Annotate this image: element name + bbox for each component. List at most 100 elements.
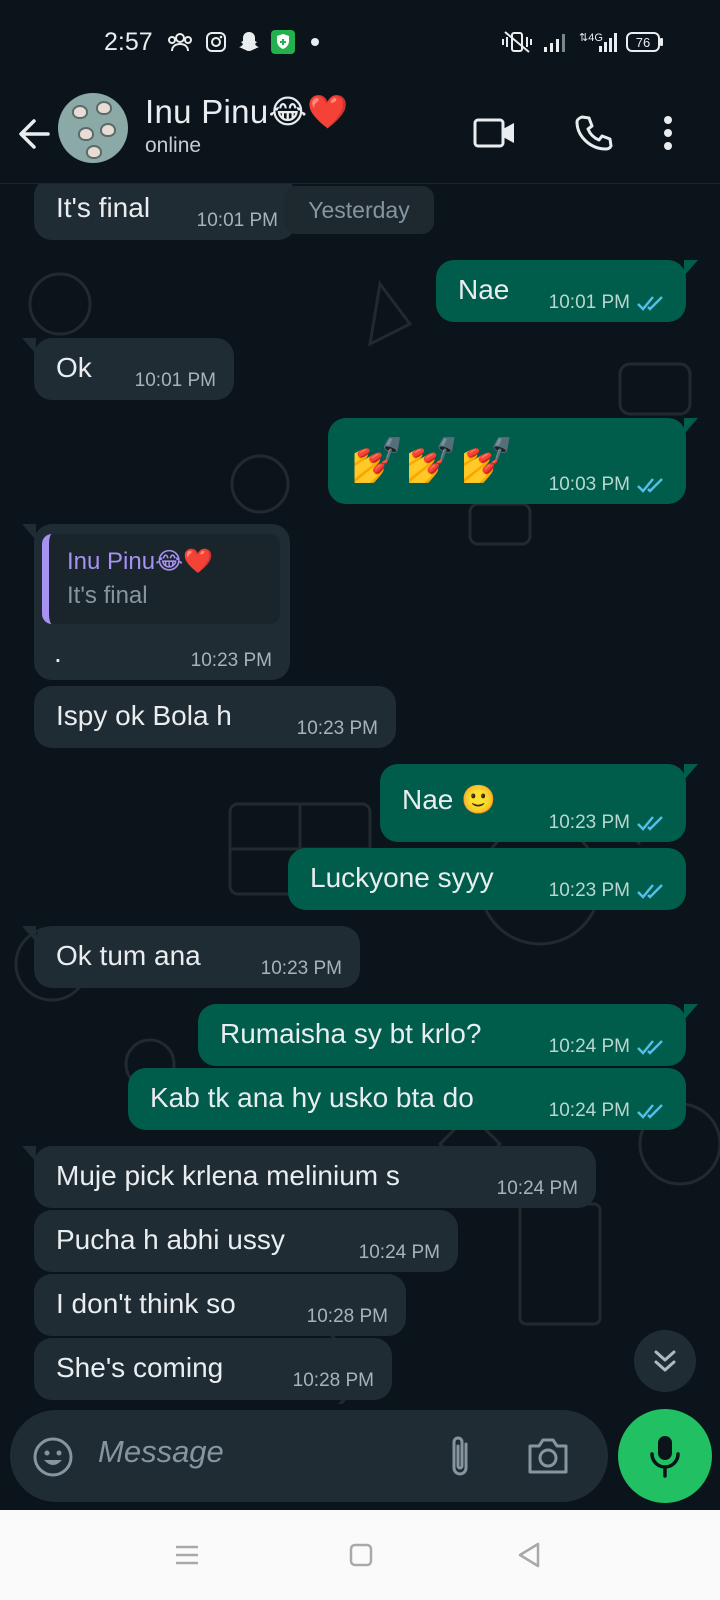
message-in[interactable]: Pucha h abhi ussy 10:24 PM bbox=[34, 1210, 458, 1272]
vpn-shield-icon bbox=[270, 30, 296, 54]
message-time: 10:24 PM bbox=[548, 1036, 630, 1057]
read-ticks-icon bbox=[637, 1104, 663, 1119]
quoted-sender: Inu Pinu😂❤️ bbox=[67, 548, 213, 575]
status-time: 2:57 bbox=[104, 28, 153, 56]
home-icon bbox=[349, 1543, 373, 1567]
read-ticks-icon bbox=[637, 816, 663, 831]
camera-button[interactable] bbox=[526, 1436, 570, 1476]
message-in[interactable]: It's final 10:01 PM bbox=[34, 184, 296, 240]
contact-name[interactable]: Inu Pinu😂❤️ bbox=[145, 92, 349, 132]
message-text: Nae 🙂 bbox=[402, 784, 497, 815]
double-chevron-down-icon bbox=[654, 1350, 676, 1372]
message-meta: 10:01 PM bbox=[135, 370, 216, 392]
avatar[interactable] bbox=[58, 93, 128, 163]
screen: 2:57 ⇅4G 76 Inu Pinu😂❤️ online It's fina… bbox=[0, 0, 720, 1600]
attach-button[interactable] bbox=[446, 1434, 476, 1480]
contact-status: online bbox=[145, 134, 202, 157]
message-meta: 10:28 PM bbox=[293, 1370, 374, 1392]
read-ticks-icon bbox=[637, 296, 663, 311]
message-meta: 10:23 PM bbox=[261, 958, 342, 980]
message-text: Nae bbox=[458, 274, 510, 305]
message-in[interactable]: Ok 10:01 PM bbox=[22, 338, 234, 400]
message-in[interactable]: Muje pick krlena melinium s 10:24 PM bbox=[22, 1146, 596, 1208]
message-text: Ok tum ana bbox=[56, 940, 201, 971]
message-text: Muje pick krlena melinium s bbox=[56, 1160, 400, 1191]
battery-icon: 76 bbox=[626, 30, 664, 54]
message-time: 10:01 PM bbox=[196, 210, 278, 231]
battery-level: 76 bbox=[636, 35, 650, 50]
vibrate-icon bbox=[500, 30, 534, 54]
message-in[interactable]: Ok tum ana 10:23 PM bbox=[22, 926, 360, 988]
message-meta: 10:24 PM bbox=[549, 1036, 668, 1058]
message-meta: 10:24 PM bbox=[359, 1242, 440, 1264]
system-nav-bar bbox=[0, 1510, 720, 1600]
signal-icon bbox=[540, 30, 570, 54]
message-meta: 10:28 PM bbox=[307, 1306, 388, 1328]
message-text: . bbox=[54, 637, 62, 668]
more-vert-icon bbox=[664, 116, 672, 150]
message-meta: 10:01 PM bbox=[549, 292, 668, 314]
message-out[interactable]: Kab tk ana hy usko bta do 10:24 PM bbox=[128, 1068, 686, 1130]
nav-home-button[interactable] bbox=[346, 1540, 376, 1570]
video-call-button[interactable] bbox=[472, 110, 518, 156]
message-text: Kab tk ana hy usko bta do bbox=[150, 1082, 474, 1113]
group-icon bbox=[166, 30, 194, 54]
message-text: Luckyone syyy bbox=[310, 862, 494, 893]
nav-menu-button[interactable] bbox=[172, 1540, 202, 1570]
more-options-button[interactable] bbox=[652, 110, 684, 156]
message-text: She's coming bbox=[56, 1352, 224, 1383]
message-text: I don't think so bbox=[56, 1288, 236, 1319]
message-time: 10:23 PM bbox=[296, 718, 378, 739]
message-text: 💅💅💅 bbox=[350, 436, 515, 485]
back-button[interactable] bbox=[14, 112, 58, 156]
message-out[interactable]: Rumaisha sy bt krlo? 10:24 PM bbox=[198, 1004, 698, 1066]
dot-icon bbox=[310, 30, 320, 54]
message-meta: 10:01 PM bbox=[197, 210, 278, 232]
read-ticks-icon bbox=[637, 1040, 663, 1055]
message-list[interactable]: It's final 10:01 PM Yesterday Nae 10:01 … bbox=[0, 184, 720, 1404]
message-meta: 10:24 PM bbox=[497, 1178, 578, 1200]
scroll-to-bottom-button[interactable] bbox=[634, 1330, 696, 1392]
message-meta: 10:23 PM bbox=[191, 650, 272, 672]
quoted-message[interactable]: Inu Pinu😂❤️ It's final bbox=[42, 534, 280, 624]
quoted-text: It's final bbox=[67, 582, 148, 609]
message-placeholder: Message bbox=[98, 1434, 224, 1469]
read-ticks-icon bbox=[637, 478, 663, 493]
message-text: Ok bbox=[56, 352, 92, 383]
message-time: 10:01 PM bbox=[548, 292, 630, 313]
message-out[interactable]: Nae 10:01 PM bbox=[436, 260, 698, 322]
message-input[interactable]: Message bbox=[10, 1410, 608, 1502]
message-meta: 10:23 PM bbox=[549, 812, 668, 834]
message-in[interactable]: Ispy ok Bola h 10:23 PM bbox=[34, 686, 396, 748]
mic-button[interactable] bbox=[618, 1409, 712, 1503]
message-time: 10:28 PM bbox=[306, 1306, 388, 1327]
snapchat-icon bbox=[236, 30, 262, 54]
message-time: 10:23 PM bbox=[260, 958, 342, 979]
message-out[interactable]: 💅💅💅 10:03 PM bbox=[328, 418, 698, 504]
message-time: 10:23 PM bbox=[548, 880, 630, 901]
message-in-reply[interactable]: Inu Pinu😂❤️ It's final . 10:23 PM bbox=[22, 524, 290, 680]
message-out[interactable]: Nae 🙂 10:23 PM bbox=[380, 764, 698, 842]
message-out[interactable]: Luckyone syyy 10:23 PM bbox=[288, 848, 686, 910]
message-time: 10:23 PM bbox=[548, 812, 630, 833]
date-chip: Yesterday bbox=[284, 186, 434, 234]
message-time: 10:24 PM bbox=[358, 1242, 440, 1263]
message-meta: 10:23 PM bbox=[297, 718, 378, 740]
nav-back-button[interactable] bbox=[514, 1540, 544, 1570]
status-bar: 2:57 ⇅4G 76 bbox=[0, 0, 720, 88]
back-triangle-icon bbox=[518, 1542, 540, 1568]
emoji-icon bbox=[33, 1437, 73, 1477]
message-in[interactable]: She's coming 10:28 PM bbox=[34, 1338, 392, 1400]
read-ticks-icon bbox=[637, 884, 663, 899]
message-text: Rumaisha sy bt krlo? bbox=[220, 1018, 482, 1049]
message-time: 10:24 PM bbox=[496, 1178, 578, 1199]
camera-icon bbox=[528, 1438, 568, 1474]
voice-call-button[interactable] bbox=[570, 110, 616, 156]
chat-header: Inu Pinu😂❤️ online bbox=[0, 88, 720, 184]
message-in[interactable]: I don't think so 10:28 PM bbox=[34, 1274, 406, 1336]
svg-text:⇅4G: ⇅4G bbox=[579, 32, 603, 44]
mic-icon bbox=[650, 1436, 680, 1478]
emoji-button[interactable] bbox=[32, 1436, 74, 1478]
message-time: 10:24 PM bbox=[548, 1100, 630, 1121]
message-meta: 10:03 PM bbox=[549, 474, 668, 496]
